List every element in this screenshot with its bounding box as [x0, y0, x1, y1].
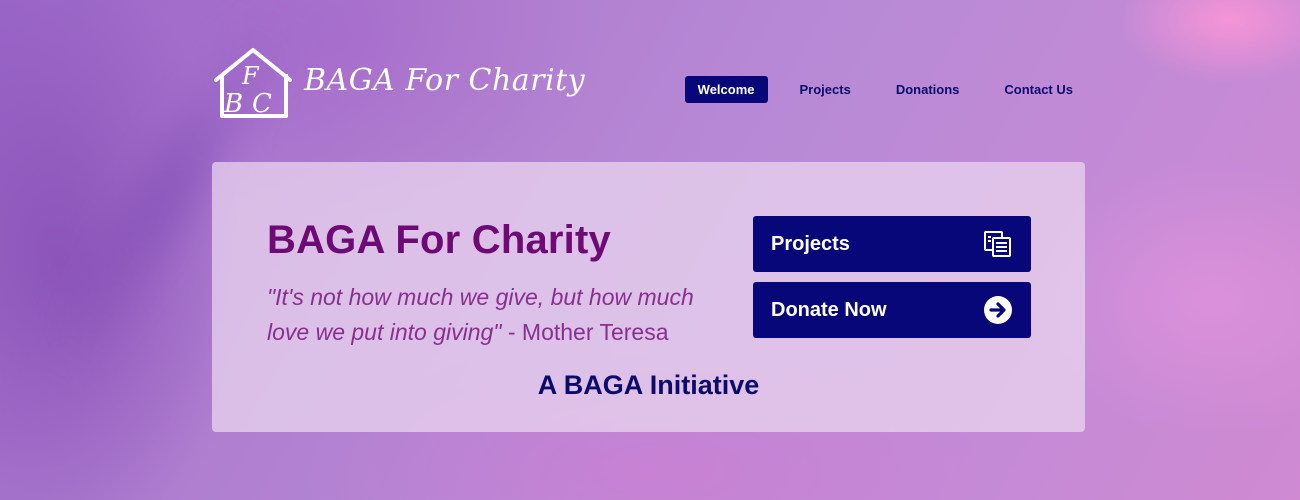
nav-welcome[interactable]: Welcome	[684, 76, 768, 103]
logo-letter-c: C	[252, 89, 272, 119]
projects-button-label: Projects	[771, 232, 850, 255]
logo-letter-b: B	[223, 89, 243, 119]
logo-letter-f: F	[241, 62, 260, 90]
hero-quote: "It's not how much we give, but how much…	[267, 280, 717, 350]
quote-author: - Mother Teresa	[501, 319, 669, 345]
projects-button[interactable]: Projects	[753, 216, 1031, 272]
main-nav: Welcome Projects Donations Contact Us	[684, 76, 1086, 103]
donate-now-button[interactable]: Donate Now	[753, 282, 1031, 338]
nav-projects[interactable]: Projects	[787, 76, 864, 103]
house-logo-icon: F B C	[214, 48, 292, 119]
hero-title: BAGA For Charity	[267, 218, 611, 262]
initiative-tagline: A BAGA Initiative	[537, 370, 760, 400]
nav-donations[interactable]: Donations	[883, 76, 973, 103]
documents-icon	[983, 230, 1013, 258]
arrow-circle-right-icon	[983, 295, 1013, 325]
logo-text: BAGA For Charity	[304, 62, 586, 98]
site-logo[interactable]: F B C BAGA For Charity	[212, 46, 585, 120]
donate-button-label: Donate Now	[771, 298, 887, 321]
nav-contact-us[interactable]: Contact Us	[991, 76, 1086, 103]
hero-panel: BAGA For Charity "It's not how much we g…	[212, 162, 1085, 432]
site-header: F B C BAGA For Charity Welcome Projects …	[212, 46, 1086, 120]
